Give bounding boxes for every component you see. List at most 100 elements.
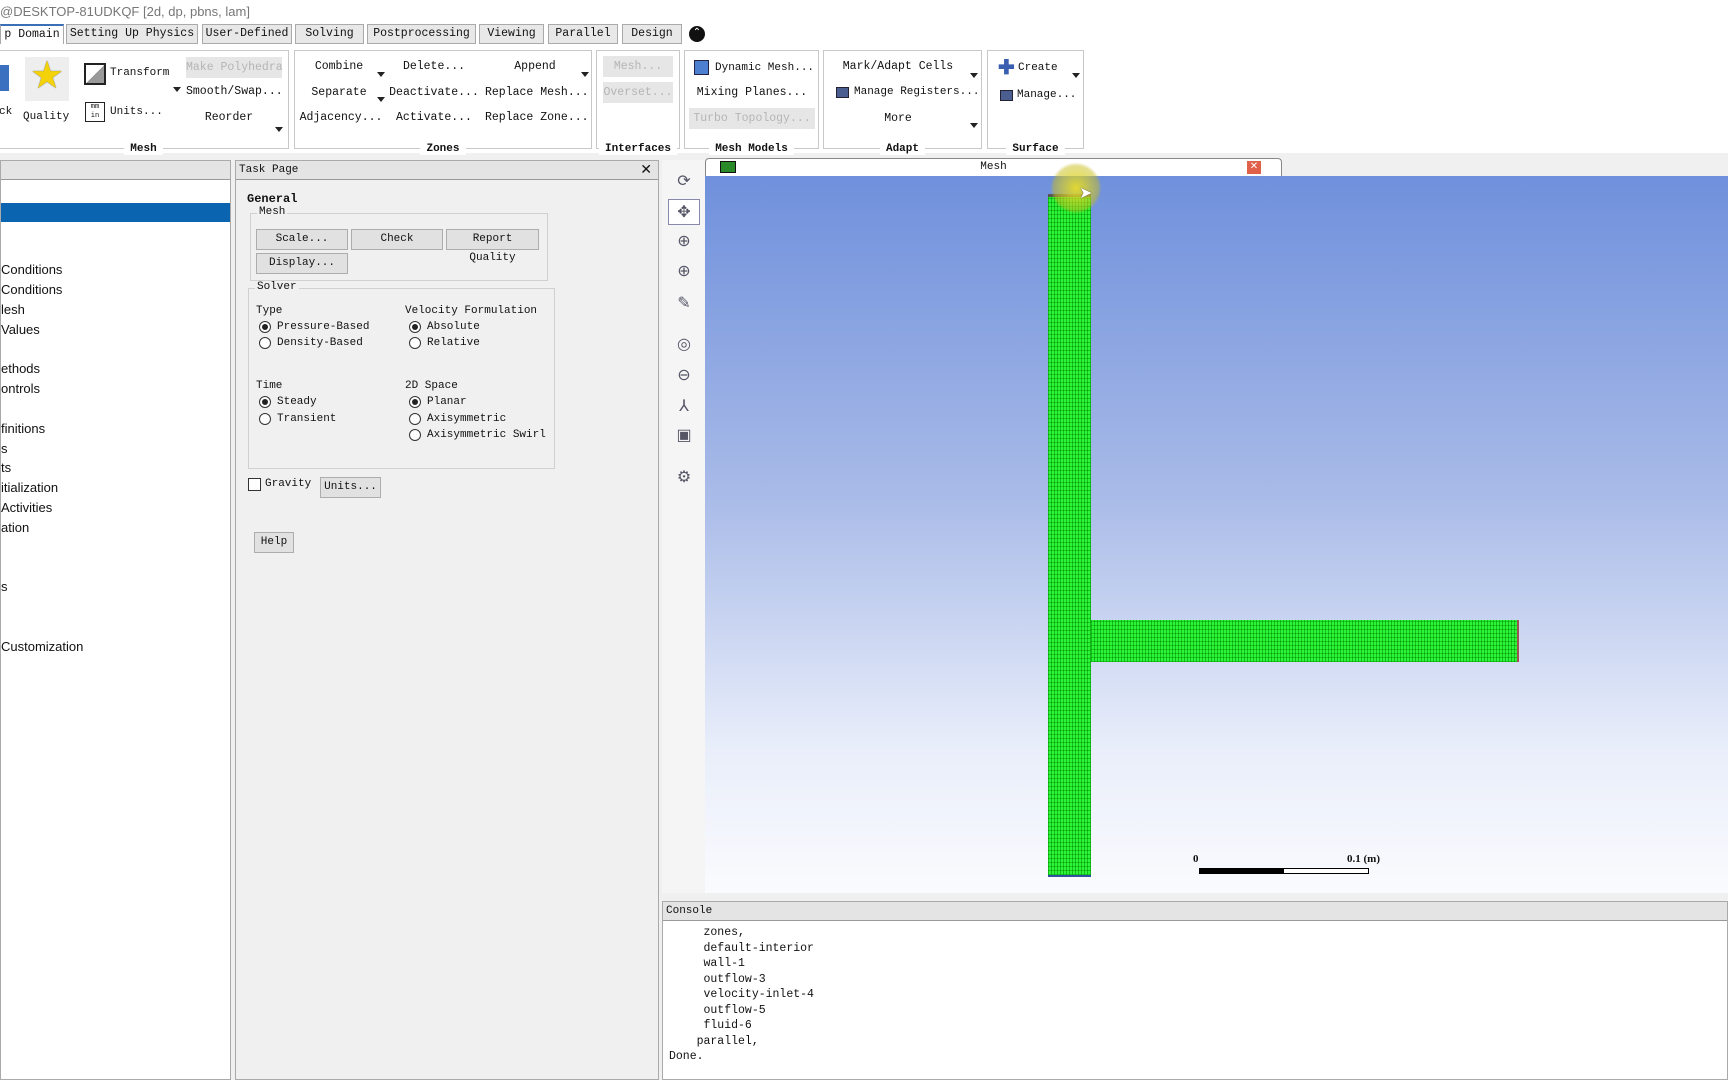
- axisymmetric-swirl-radio[interactable]: [409, 429, 421, 441]
- mark-adapt-dropdown-icon[interactable]: [970, 73, 978, 78]
- axisymmetric-swirl-label: Axisymmetric Swirl: [427, 429, 546, 441]
- close-icon[interactable]: ✕: [640, 162, 652, 179]
- mixing-planes-button[interactable]: Mixing Planes...: [689, 82, 815, 103]
- pan-icon[interactable]: ✥: [668, 199, 700, 225]
- create-dropdown-icon[interactable]: [1072, 73, 1080, 78]
- more-button[interactable]: More: [828, 108, 968, 129]
- pressure-based-radio[interactable]: [259, 321, 271, 333]
- transient-label: Transient: [277, 413, 337, 425]
- more-dropdown-icon[interactable]: [970, 123, 978, 128]
- combine-dropdown-icon[interactable]: [377, 72, 385, 77]
- replace-mesh-button[interactable]: Replace Mesh...: [485, 82, 589, 103]
- zoom-in-icon[interactable]: ⊕: [668, 259, 700, 285]
- view-options-icon[interactable]: ⚙: [668, 465, 700, 491]
- separate-dropdown-icon[interactable]: [377, 97, 385, 102]
- tab-user-defined[interactable]: User-Defined: [202, 24, 292, 44]
- display-button[interactable]: Display...: [256, 253, 348, 274]
- tree-item[interactable]: finitions: [1, 421, 45, 436]
- append-button[interactable]: Append: [485, 56, 585, 77]
- collapse-ribbon-icon[interactable]: ⌃: [689, 26, 705, 42]
- make-polyhedra-button[interactable]: Make Polyhedra: [186, 57, 283, 78]
- dynamic-mesh-button[interactable]: Dynamic Mesh...: [715, 62, 814, 74]
- tree-item[interactable]: lesh: [1, 302, 25, 317]
- tree-item[interactable]: ontrols: [1, 381, 40, 396]
- check-icon[interactable]: [0, 65, 9, 91]
- planar-radio[interactable]: [409, 396, 421, 408]
- tree-item-selected[interactable]: [1, 203, 230, 222]
- tab-solving[interactable]: Solving: [295, 24, 364, 44]
- tree-item[interactable]: Conditions: [1, 282, 62, 297]
- reorder-button[interactable]: Reorder: [186, 107, 272, 128]
- rotate-icon[interactable]: ⟳: [668, 169, 700, 195]
- transient-radio[interactable]: [259, 413, 271, 425]
- tab-design[interactable]: Design: [622, 24, 682, 44]
- units-button[interactable]: Units...: [110, 106, 163, 118]
- steady-radio[interactable]: [259, 396, 271, 408]
- tree-item[interactable]: itialization: [1, 480, 58, 495]
- tab-postprocessing[interactable]: Postprocessing: [367, 24, 476, 44]
- tab-viewing[interactable]: Viewing: [479, 24, 544, 44]
- transform-button[interactable]: Transform: [110, 67, 169, 79]
- tab-domain[interactable]: p Domain: [0, 24, 64, 44]
- transform-dropdown-icon[interactable]: [173, 87, 181, 92]
- tree-item[interactable]: s: [1, 441, 8, 456]
- zoom-box-icon[interactable]: ⊕: [668, 229, 700, 255]
- tree-item[interactable]: Activities: [1, 500, 52, 515]
- console-line: zones,: [669, 926, 745, 939]
- manage-surface-button[interactable]: Manage...: [1017, 89, 1076, 101]
- reorder-dropdown-icon[interactable]: [275, 127, 283, 132]
- units-button[interactable]: Units...: [320, 477, 381, 498]
- tree-item[interactable]: ts: [1, 460, 11, 475]
- graphics-tab[interactable]: Mesh ✕: [705, 158, 1282, 176]
- report-quality-button[interactable]: Report Quality: [446, 229, 539, 264]
- interfaces-mesh-button[interactable]: Mesh...: [603, 56, 673, 77]
- quality-button[interactable]: Quality: [23, 111, 69, 123]
- separate-button[interactable]: Separate: [299, 82, 379, 103]
- tree-item[interactable]: ethods: [1, 361, 40, 376]
- console-line: outflow-3: [669, 972, 766, 986]
- scale-button[interactable]: Scale...: [256, 229, 348, 250]
- relative-radio[interactable]: [409, 337, 421, 349]
- mark-adapt-cells-button[interactable]: Mark/Adapt Cells: [828, 56, 968, 77]
- help-button[interactable]: Help: [254, 532, 294, 553]
- tree-item[interactable]: ation: [1, 520, 29, 535]
- tree-item[interactable]: Values: [1, 322, 40, 337]
- overset-button[interactable]: Overset...: [603, 82, 673, 103]
- velocity-formulation-label: Velocity Formulation: [405, 305, 538, 317]
- check-button[interactable]: ck: [0, 106, 12, 118]
- axes-icon[interactable]: ⅄: [668, 394, 700, 420]
- adjacency-button[interactable]: Adjacency...: [299, 107, 383, 128]
- camera-icon[interactable]: ▣: [668, 423, 700, 449]
- quality-star-icon[interactable]: ★: [25, 57, 69, 101]
- fit-to-window-icon[interactable]: ◎: [668, 332, 700, 358]
- activate-button[interactable]: Activate...: [389, 107, 479, 128]
- tree-item[interactable]: Conditions: [1, 262, 62, 277]
- append-dropdown-icon[interactable]: [581, 72, 589, 77]
- gravity-checkbox[interactable]: [248, 478, 261, 491]
- tab-setting-up-physics[interactable]: Setting Up Physics: [66, 24, 198, 44]
- absolute-radio[interactable]: [409, 321, 421, 333]
- turbo-topology-button[interactable]: Turbo Topology...: [689, 108, 815, 129]
- graphics-viewport[interactable]: ➤ 0 0.1 (m): [705, 162, 1728, 893]
- manage-registers-button[interactable]: Manage Registers...: [854, 86, 979, 98]
- density-based-radio[interactable]: [259, 337, 271, 349]
- check-mesh-button[interactable]: Check: [351, 229, 443, 250]
- manage-surface-icon: [1000, 90, 1013, 101]
- task-page-header: Task Page: [236, 161, 658, 180]
- tab-parallel[interactable]: Parallel: [548, 24, 618, 44]
- replace-zone-button[interactable]: Replace Zone...: [485, 107, 589, 128]
- zoom-out-icon[interactable]: ⊖: [668, 363, 700, 389]
- combine-button[interactable]: Combine: [299, 56, 379, 77]
- tree-item[interactable]: Customization: [1, 639, 83, 654]
- console-panel[interactable]: Console zones, default-interior wall-1 o…: [662, 901, 1728, 1080]
- tree-item[interactable]: s: [1, 579, 8, 594]
- delete-button[interactable]: Delete...: [389, 56, 479, 77]
- probe-icon[interactable]: ✎: [668, 291, 700, 317]
- deactivate-button[interactable]: Deactivate...: [389, 82, 479, 103]
- axisymmetric-radio[interactable]: [409, 413, 421, 425]
- create-surface-button[interactable]: Create: [1018, 62, 1058, 74]
- mesh-group-title: Mesh: [257, 206, 288, 218]
- close-graphics-icon[interactable]: ✕: [1247, 161, 1261, 174]
- manage-registers-icon: [836, 87, 849, 98]
- smooth-swap-button[interactable]: Smooth/Swap...: [186, 81, 283, 102]
